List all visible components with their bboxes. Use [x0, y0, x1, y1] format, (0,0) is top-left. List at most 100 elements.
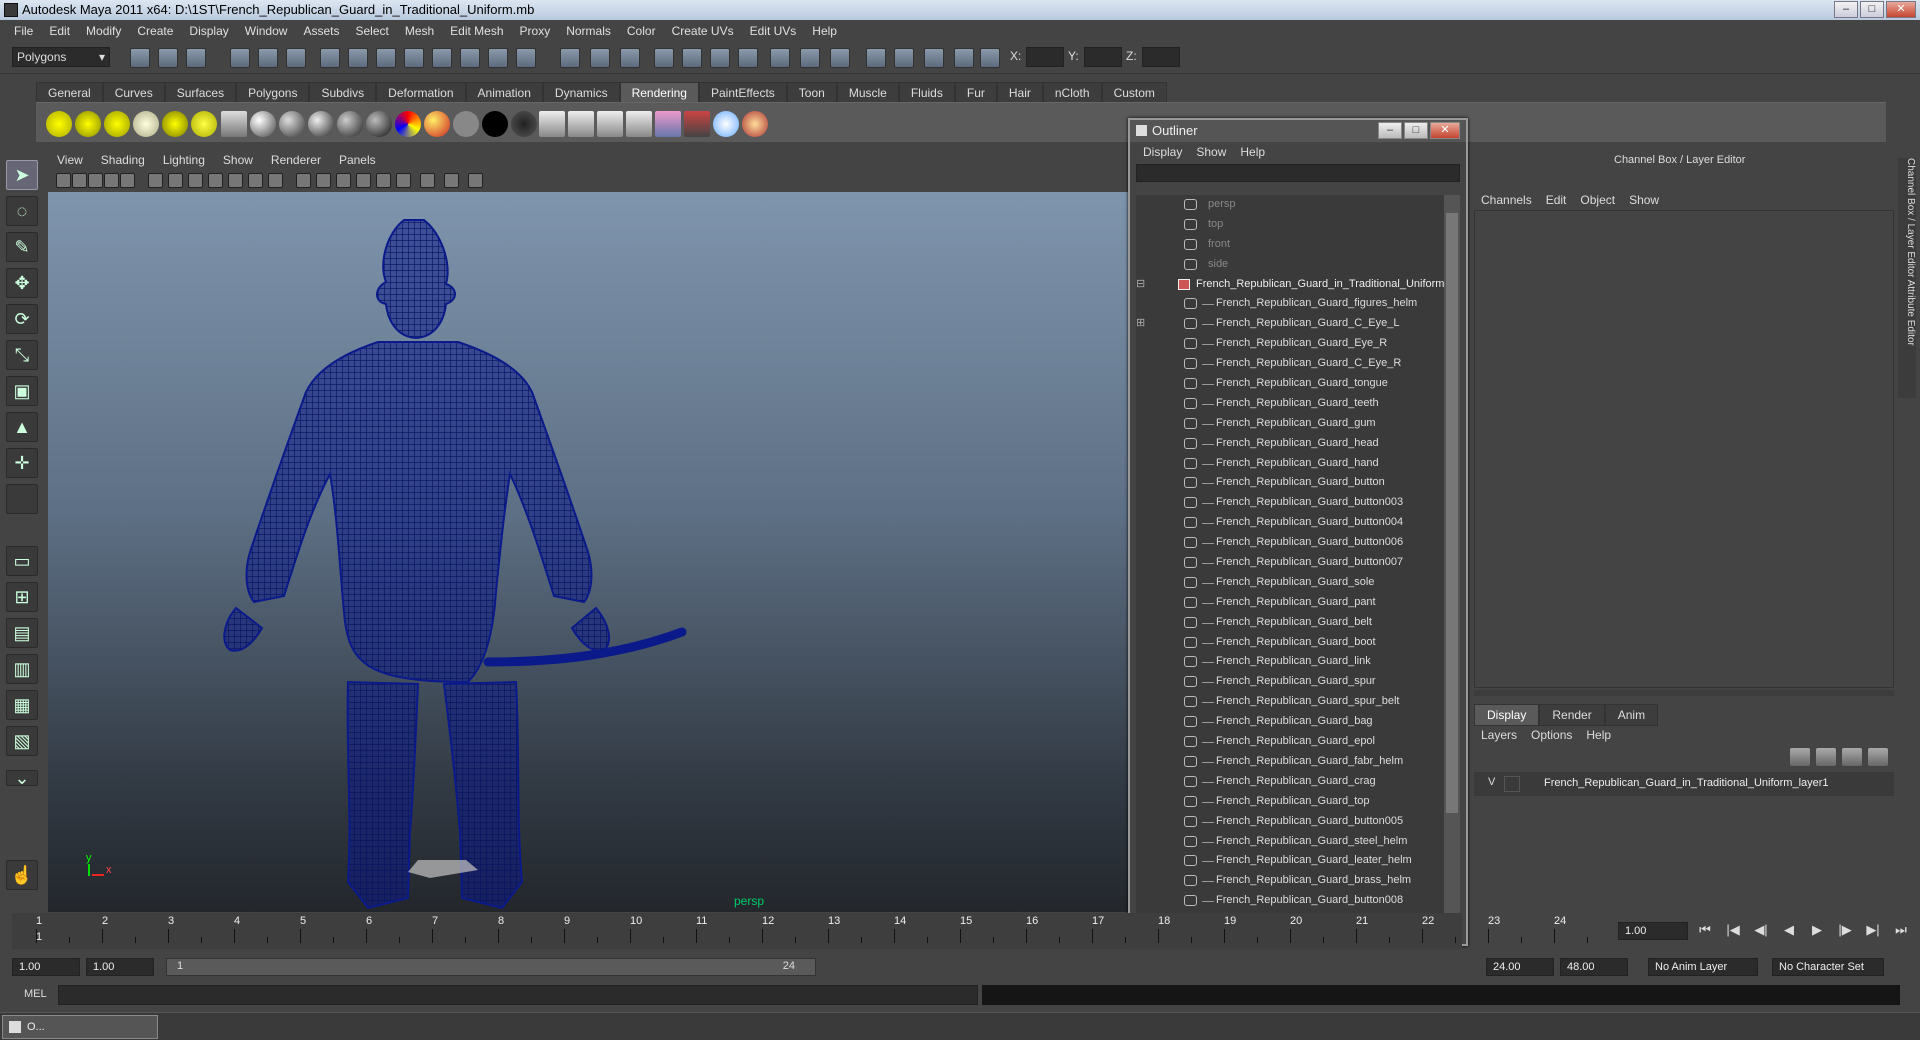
outliner-item[interactable]: French_Republican_Guard_button008 — [1136, 891, 1446, 911]
paint-brush-icon[interactable] — [742, 111, 768, 137]
menu-set-dropdown[interactable]: Polygons — [12, 47, 110, 67]
menu-modify[interactable]: Modify — [78, 24, 129, 38]
ambient-light-icon[interactable] — [191, 111, 217, 137]
shelf-tab-dynamics[interactable]: Dynamics — [542, 82, 620, 102]
channel-box-menu-channels[interactable]: Channels — [1474, 190, 1539, 210]
outliner-item[interactable]: French_Republican_Guard_pant — [1136, 593, 1446, 613]
playback-end-field[interactable]: 24.00 — [1486, 958, 1554, 976]
menu-create[interactable]: Create — [129, 24, 181, 38]
close-button[interactable]: ✕ — [1886, 1, 1916, 18]
shelf-tab-ncloth[interactable]: nCloth — [1042, 82, 1102, 102]
time-slider[interactable]: 1 2 3 4 5 6 7 8 9 10 11 12 13 14 15 16 17 18 19 20 21 22 23 24 1 — [12, 913, 1588, 949]
outliner-item[interactable]: French_Republican_Guard_button007 — [1136, 553, 1446, 573]
ipr-render-icon[interactable] — [568, 111, 594, 137]
ramp-shader-icon[interactable] — [424, 111, 450, 137]
shelf-tab-hair[interactable]: Hair — [996, 82, 1043, 102]
playback-button-5[interactable]: |▶ — [1834, 922, 1856, 938]
panel-menu-lighting[interactable]: Lighting — [154, 150, 214, 170]
menu-proxy[interactable]: Proxy — [512, 24, 559, 38]
panel-tool-icon[interactable] — [316, 173, 331, 188]
outliner-item[interactable]: French_Republican_Guard_button — [1136, 473, 1446, 493]
mel-label[interactable]: MEL — [24, 988, 47, 1000]
status-tool-icon[interactable] — [376, 48, 396, 68]
menu-edit-mesh[interactable]: Edit Mesh — [442, 24, 511, 38]
outliner-item[interactable]: French_Republican_Guard_spur_belt — [1136, 692, 1446, 712]
render-view-icon[interactable] — [684, 111, 710, 137]
shelf-tab-subdivs[interactable]: Subdivs — [309, 82, 377, 102]
area-light-icon[interactable] — [104, 111, 130, 137]
menu-mesh[interactable]: Mesh — [397, 24, 442, 38]
end-time-field[interactable]: 48.00 — [1560, 958, 1628, 976]
menu-normals[interactable]: Normals — [558, 24, 619, 38]
status-tool-icon[interactable] — [654, 48, 674, 68]
playback-button-1[interactable]: |◀ — [1722, 922, 1744, 938]
status-tool-icon[interactable] — [954, 48, 974, 68]
scale-tool-icon[interactable]: ⤡ — [6, 340, 38, 370]
paint-select-tool-icon[interactable]: ✎ — [6, 232, 38, 262]
layer-row[interactable]: V French_Republican_Guard_in_Traditional… — [1474, 772, 1894, 796]
lambert-icon[interactable] — [279, 111, 305, 137]
shelf-tab-animation[interactable]: Animation — [465, 82, 543, 102]
outliner-item[interactable]: French_Republican_Guard_hand — [1136, 454, 1446, 474]
persp-uv-layout-icon[interactable]: ▧ — [6, 726, 38, 756]
panel-menu-renderer[interactable]: Renderer — [262, 150, 330, 170]
range-bar[interactable]: 1 24 — [166, 958, 816, 976]
panel-tool-icon[interactable] — [420, 173, 435, 188]
character-set-dropdown[interactable]: No Character Set — [1772, 958, 1884, 976]
status-tool-icon[interactable] — [800, 48, 820, 68]
minimized-outliner-task[interactable]: O... — [2, 1015, 158, 1039]
single-perspective-layout-icon[interactable]: ▭ — [6, 546, 38, 576]
playback-button-2[interactable]: ◀| — [1750, 922, 1772, 938]
maximize-button[interactable]: □ — [1860, 1, 1884, 18]
anim-layer-dropdown[interactable]: No Anim Layer — [1648, 958, 1758, 976]
universal-manipulator-icon[interactable]: ▣ — [6, 376, 38, 406]
phong-e-icon[interactable] — [337, 111, 363, 137]
outliner-item[interactable]: French_Republican_Guard_C_Eye_R — [1136, 354, 1446, 374]
panel-tool-icon[interactable] — [104, 173, 119, 188]
layer-tab-display[interactable]: Display — [1474, 704, 1540, 726]
status-tool-icon[interactable] — [286, 48, 306, 68]
persp-outliner-layout-icon[interactable]: ▤ — [6, 618, 38, 648]
status-tool-icon[interactable] — [158, 48, 178, 68]
shelf-tab-fur[interactable]: Fur — [954, 82, 997, 102]
status-tool-icon[interactable] — [894, 48, 914, 68]
outliner-item[interactable]: French_Republican_Guard_boot — [1136, 633, 1446, 653]
status-tool-icon[interactable] — [590, 48, 610, 68]
playback-button-4[interactable]: ▶ — [1806, 922, 1828, 938]
status-tool-icon[interactable] — [516, 48, 536, 68]
panel-tool-icon[interactable] — [72, 173, 87, 188]
status-tool-icon[interactable] — [320, 48, 340, 68]
panel-tool-icon[interactable] — [248, 173, 263, 188]
panel-tool-icon[interactable] — [88, 173, 103, 188]
layer-type-toggle[interactable] — [1504, 776, 1520, 792]
shelf-tab-painteffects[interactable]: PaintEffects — [698, 82, 787, 102]
layer-menu-help[interactable]: Help — [1579, 724, 1618, 746]
status-tool-icon[interactable] — [682, 48, 702, 68]
outliner-item[interactable]: French_Republican_Guard_head — [1136, 434, 1446, 454]
persp-graph-layout-icon[interactable]: ▥ — [6, 654, 38, 684]
shelf-tab-rendering[interactable]: Rendering — [619, 82, 699, 102]
move-layer-up-icon[interactable] — [1790, 748, 1810, 766]
status-tool-icon[interactable] — [230, 48, 250, 68]
anisotropic-icon[interactable] — [366, 111, 392, 137]
panel-menu-show[interactable]: Show — [214, 150, 262, 170]
layer-tab-render[interactable]: Render — [1539, 704, 1605, 726]
menu-color[interactable]: Color — [619, 24, 664, 38]
panel-tool-icon[interactable] — [268, 173, 283, 188]
rotate-tool-icon[interactable]: ⟳ — [6, 304, 38, 334]
panel-menu-view[interactable]: View — [48, 150, 92, 170]
outliner-item[interactable]: French_Republican_Guard_fabr_helm — [1136, 752, 1446, 772]
start-time-field[interactable]: 1.00 — [12, 958, 80, 976]
show-manipulator-icon[interactable]: ✛ — [6, 448, 38, 478]
menu-display[interactable]: Display — [181, 24, 236, 38]
shading-map-icon[interactable] — [511, 111, 537, 137]
status-tool-icon[interactable] — [866, 48, 886, 68]
playback-button-6[interactable]: ▶| — [1862, 922, 1884, 938]
outliner-item[interactable]: French_Republican_Guard_crag — [1136, 772, 1446, 792]
menu-create-uvs[interactable]: Create UVs — [664, 24, 742, 38]
new-layer-selected-icon[interactable] — [1868, 748, 1888, 766]
outliner-item[interactable]: French_Republican_Guard_sole — [1136, 573, 1446, 593]
panel-tool-icon[interactable] — [396, 173, 411, 188]
panel-tool-icon[interactable] — [168, 173, 183, 188]
menu-select[interactable]: Select — [347, 24, 396, 38]
